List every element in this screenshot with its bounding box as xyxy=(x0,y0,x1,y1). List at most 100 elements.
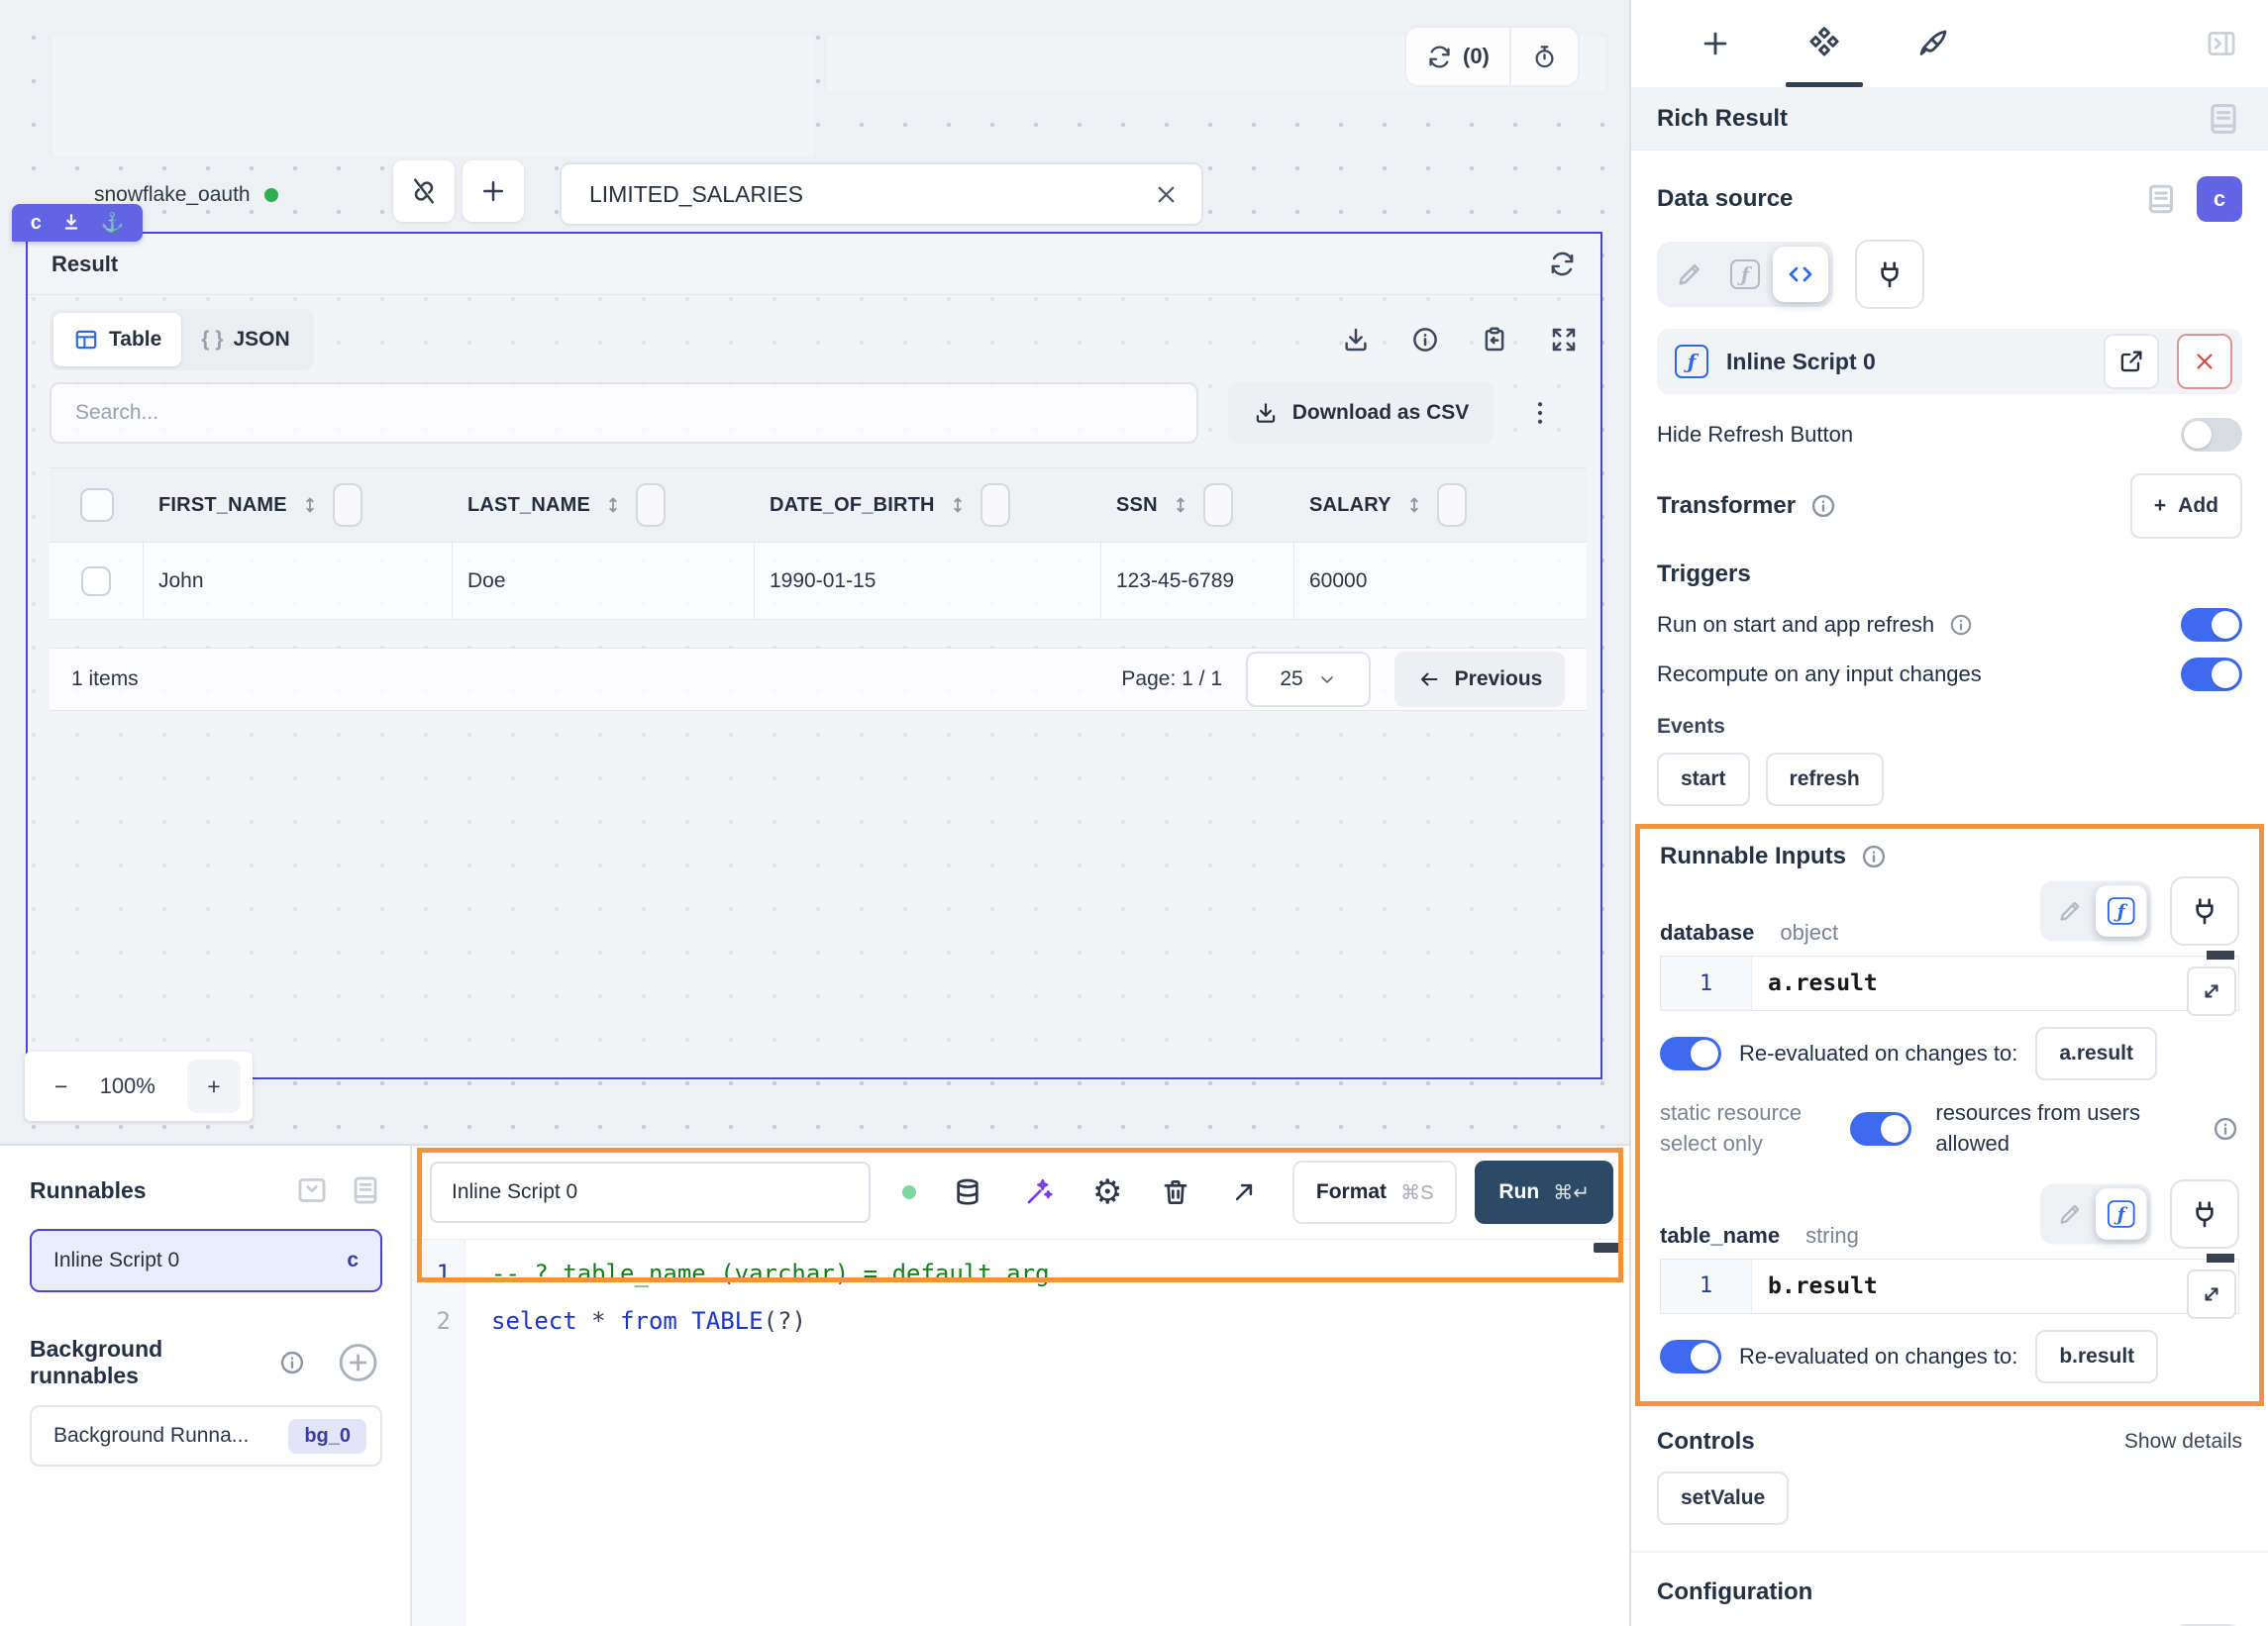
function-mode-option[interactable]: ƒ xyxy=(1717,247,1773,302)
download-icon[interactable] xyxy=(1341,325,1371,355)
inbox-icon[interactable] xyxy=(295,1173,329,1207)
magic-wand-icon[interactable] xyxy=(1023,1176,1055,1208)
sort-icon[interactable] xyxy=(602,494,624,516)
rich-result-widget[interactable]: Result Table { } JSON xyxy=(26,232,1602,1079)
info-icon[interactable] xyxy=(278,1349,306,1376)
unlink-button[interactable] xyxy=(393,160,455,222)
format-button[interactable]: Format ⌘S xyxy=(1292,1161,1458,1224)
reevaluate-toggle[interactable] xyxy=(1660,1037,1721,1070)
static-mode-option[interactable] xyxy=(2044,1188,2096,1240)
database-icon[interactable] xyxy=(952,1176,983,1208)
tab-json[interactable]: { } JSON xyxy=(181,313,309,366)
info-icon[interactable] xyxy=(1410,325,1440,355)
widget-placeholder-1[interactable] xyxy=(52,36,815,156)
copy-clipboard-icon[interactable] xyxy=(1480,325,1509,355)
docs-icon[interactable] xyxy=(2205,100,2242,138)
table-name-input[interactable]: LIMITED_SALARIES xyxy=(560,162,1203,226)
anchor-icon[interactable]: ⚓ xyxy=(101,211,125,235)
show-details-link[interactable]: Show details xyxy=(2124,1430,2242,1454)
kebab-menu-icon[interactable] xyxy=(1525,398,1555,428)
tab-components[interactable] xyxy=(1770,0,1879,87)
control-chip-setvalue[interactable]: setValue xyxy=(1657,1472,1789,1525)
code-area[interactable]: 1 2 -- ? table_name (varchar) = default … xyxy=(412,1239,1629,1626)
sort-icon[interactable] xyxy=(947,494,969,516)
gear-icon[interactable]: ⚙ xyxy=(1092,1175,1122,1209)
recompute-toggle[interactable] xyxy=(2181,658,2242,691)
list-icon[interactable] xyxy=(349,1173,382,1207)
reevaluate-toggle[interactable] xyxy=(1660,1340,1721,1373)
connect-resource-button[interactable] xyxy=(1855,240,1924,309)
tab-add-component[interactable] xyxy=(1661,0,1770,87)
history-button[interactable] xyxy=(1509,28,1578,85)
reevaluate-target-chip[interactable]: b.result xyxy=(2035,1330,2158,1383)
run-button[interactable]: Run ⌘↵ xyxy=(1475,1161,1613,1224)
collapse-panel-icon[interactable] xyxy=(2205,27,2238,60)
open-script-button[interactable] xyxy=(2104,334,2159,389)
column-header[interactable]: SSN xyxy=(1101,468,1294,542)
connect-resource-button[interactable] xyxy=(2170,1179,2239,1249)
script-name-input[interactable]: Inline Script 0 xyxy=(430,1162,871,1223)
clear-icon[interactable] xyxy=(1153,181,1180,208)
column-pill[interactable] xyxy=(333,483,362,527)
sort-icon[interactable] xyxy=(299,494,321,516)
tab-styling[interactable] xyxy=(1879,0,1988,87)
add-transformer-button[interactable]: +Add xyxy=(2130,473,2242,539)
static-mode-option[interactable] xyxy=(1662,247,1717,302)
sort-icon[interactable] xyxy=(1403,494,1425,516)
search-input[interactable]: Search... xyxy=(50,382,1198,444)
info-icon[interactable] xyxy=(2212,1115,2239,1143)
remove-source-button[interactable] xyxy=(2177,334,2232,389)
column-header[interactable]: DATE_OF_BIRTH xyxy=(755,468,1101,542)
expand-editor-button[interactable] xyxy=(2187,966,2236,1016)
run-on-start-toggle[interactable] xyxy=(2181,608,2242,642)
info-icon[interactable] xyxy=(1809,492,1837,520)
code-mode-option[interactable] xyxy=(1773,247,1828,302)
zoom-in-button[interactable]: + xyxy=(187,1060,241,1113)
column-pill[interactable] xyxy=(636,483,666,527)
table-row[interactable]: John Doe 1990-01-15 123-45-6789 60000 xyxy=(50,543,1587,620)
table-name-input-editor[interactable]: 1 b.result xyxy=(1660,1259,2239,1314)
column-pill[interactable] xyxy=(980,483,1010,527)
event-chip-refresh[interactable]: refresh xyxy=(1766,753,1884,806)
zoom-out-button[interactable]: − xyxy=(54,1073,67,1100)
select-all-checkbox[interactable] xyxy=(80,488,114,522)
info-icon[interactable] xyxy=(1948,612,1974,638)
previous-page-button[interactable]: Previous xyxy=(1394,652,1565,707)
connect-resource-button[interactable] xyxy=(2170,876,2239,946)
column-pill[interactable] xyxy=(1437,483,1467,527)
column-pill[interactable] xyxy=(1203,483,1233,527)
background-runnable-item[interactable]: Background Runna... bg_0 xyxy=(30,1405,382,1467)
download-csv-button[interactable]: Download as CSV xyxy=(1228,382,1494,444)
runnable-item-inline-script-0[interactable]: Inline Script 0 c xyxy=(30,1229,382,1292)
move-down-icon[interactable] xyxy=(60,212,82,234)
column-header[interactable]: SALARY xyxy=(1294,468,1587,542)
page-size-select[interactable]: 25 xyxy=(1246,652,1371,707)
editor-scrollbar-thumb[interactable] xyxy=(1594,1243,1623,1253)
row-checkbox[interactable] xyxy=(81,566,111,596)
refresh-queries-button[interactable]: (0) xyxy=(1406,28,1509,85)
data-source-chip[interactable]: ƒ Inline Script 0 xyxy=(1657,329,2242,394)
hide-refresh-toggle[interactable] xyxy=(2181,418,2242,452)
reevaluate-target-chip[interactable]: a.result xyxy=(2035,1027,2157,1080)
database-input-editor[interactable]: 1 a.result xyxy=(1660,956,2239,1011)
static-mode-option[interactable] xyxy=(2044,885,2096,937)
add-background-runnable-button[interactable] xyxy=(334,1337,382,1388)
expand-editor-button[interactable] xyxy=(2187,1270,2236,1319)
sql-code[interactable]: -- ? table_name (varchar) = default arg … xyxy=(465,1240,1050,1626)
sort-icon[interactable] xyxy=(1170,494,1191,516)
widget-drag-handle[interactable]: c ⚓ xyxy=(12,204,143,242)
tab-table[interactable]: Table xyxy=(53,313,181,366)
event-chip-start[interactable]: start xyxy=(1657,753,1750,806)
column-header[interactable]: FIRST_NAME xyxy=(144,468,453,542)
resources-from-users-toggle[interactable] xyxy=(1850,1112,1911,1146)
expand-editor-icon[interactable] xyxy=(1229,1177,1259,1207)
info-icon[interactable] xyxy=(1860,843,1888,870)
function-mode-option[interactable]: ƒ xyxy=(2096,885,2147,937)
trash-icon[interactable] xyxy=(1160,1176,1191,1208)
add-button[interactable] xyxy=(463,160,524,222)
column-header[interactable]: LAST_NAME xyxy=(453,468,755,542)
function-mode-option[interactable]: ƒ xyxy=(2096,1188,2147,1240)
docs-icon[interactable] xyxy=(2143,181,2179,217)
fullscreen-icon[interactable] xyxy=(1549,325,1579,355)
widget-refresh-icon[interactable] xyxy=(1548,250,1577,278)
